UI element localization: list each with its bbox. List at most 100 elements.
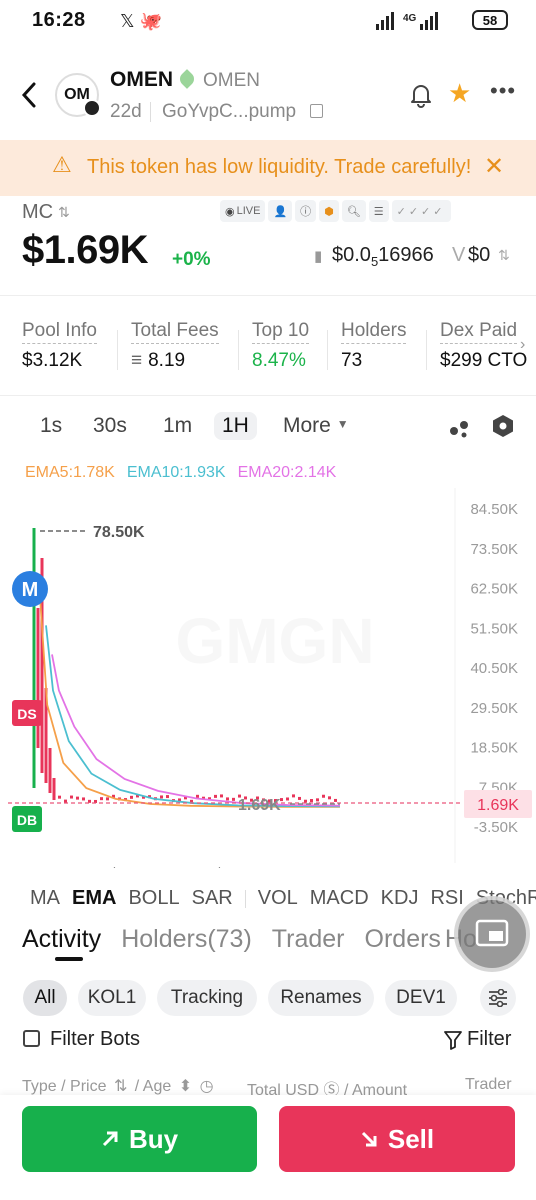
chip-renames[interactable]: Renames xyxy=(268,980,374,1016)
tab-indicator-macd[interactable]: MACD xyxy=(310,887,369,910)
current-price-marker-label: 1.69K xyxy=(238,797,281,814)
indicator-dots-icon[interactable] xyxy=(448,416,472,445)
y-tick-label: 84.50K xyxy=(470,501,518,518)
token-symbol: OMEN xyxy=(110,68,173,92)
divider xyxy=(426,330,427,370)
tab-indicator-sar[interactable]: SAR xyxy=(192,887,233,910)
chip-dev[interactable]: DEV1 xyxy=(385,980,457,1016)
candle xyxy=(322,795,325,798)
col-age[interactable]: / Age xyxy=(135,1078,171,1095)
y-tick-label: 73.50K xyxy=(470,541,518,558)
status-time: 16:28 xyxy=(32,9,86,32)
settings-hexagon-icon[interactable] xyxy=(492,414,514,443)
stat-total-fees-value: ≡ 8.19 xyxy=(131,350,185,372)
bell-icon[interactable] xyxy=(408,82,434,113)
candle xyxy=(316,798,319,801)
checks-icon[interactable]: ✓✓✓✓ xyxy=(392,200,451,222)
col-type-price[interactable]: Type / Price xyxy=(22,1078,106,1095)
back-arrow-icon[interactable] xyxy=(18,80,40,118)
x-tick-label: 03/14 23:00 xyxy=(94,865,173,868)
stat-pool-info-value: $3.12K xyxy=(22,350,82,372)
stat-pool-info-label[interactable]: Pool Info xyxy=(22,320,97,344)
table-header: Type / Price ⇅ / Age ⬍ ◷ Total USD Ⓢ / A… xyxy=(22,1076,522,1096)
chip-kol[interactable]: KOL1 xyxy=(78,980,146,1016)
candle xyxy=(130,796,133,799)
migration-marker-label: M xyxy=(22,579,39,601)
indicator-tabs: MA EMA BOLL SAR VOL MACD KDJ RSI StochRs xyxy=(30,887,536,910)
sort-icon[interactable]: ⇅ xyxy=(114,1078,127,1095)
tab-timeframe-1h[interactable]: 1H xyxy=(214,412,257,440)
filter-label[interactable]: Filter xyxy=(467,1028,511,1051)
tab-indicator-boll[interactable]: BOLL xyxy=(128,887,179,910)
chip-all[interactable]: All xyxy=(23,980,67,1016)
caret-down-icon: ▼ xyxy=(337,417,349,431)
col-trader[interactable]: Trader xyxy=(465,1076,512,1094)
sort-toggle-icon[interactable]: ⬍ xyxy=(179,1078,192,1095)
divider xyxy=(0,395,536,396)
divider xyxy=(117,330,118,370)
tab-holders[interactable]: Holders(73) xyxy=(121,925,252,954)
candle xyxy=(196,795,199,798)
sliders-icon[interactable] xyxy=(480,980,516,1016)
dev-icon[interactable]: 👤 xyxy=(268,200,292,222)
list-icon[interactable]: ☰ xyxy=(369,200,389,222)
star-icon[interactable]: ★ xyxy=(448,78,471,109)
tab-trader[interactable]: Trader xyxy=(272,925,345,954)
price-chart[interactable]: GMGN 84.50K 73.50K 62.50K 51.50K 40.50K 29.50… xyxy=(0,488,536,868)
bundle-icon[interactable]: ⬢ xyxy=(319,200,339,222)
tab-indicator-rsi[interactable]: RSI xyxy=(430,887,463,910)
token-address[interactable]: GoYvpC...pump xyxy=(162,101,296,123)
token-price: $0.0516966 xyxy=(332,244,434,269)
stat-dex-paid-label[interactable]: Dex Paid xyxy=(440,320,517,344)
stat-holders-label[interactable]: Holders xyxy=(341,320,406,344)
filter-bots-checkbox[interactable] xyxy=(23,1030,40,1047)
activity-tabs: Activity Holders(73) Trader Orders Ho xyxy=(22,925,477,954)
tab-timeframe-1m[interactable]: 1m xyxy=(163,414,192,438)
y-tick-label: 51.50K xyxy=(470,620,518,637)
stat-top10-label[interactable]: Top 10 xyxy=(252,320,309,344)
tab-indicator-kdj[interactable]: KDJ xyxy=(381,887,419,910)
sort-icon[interactable]: ⇅ xyxy=(498,247,510,264)
tab-timeframe-1s[interactable]: 1s xyxy=(40,414,62,438)
divider xyxy=(150,102,151,122)
more-icon[interactable]: ••• xyxy=(490,78,516,104)
close-icon[interactable]: ✕ xyxy=(484,152,504,181)
copy-icon[interactable] xyxy=(310,104,323,118)
y-tick-label: 29.50K xyxy=(470,700,518,717)
tab-indicator-ma[interactable]: MA xyxy=(30,887,60,910)
divider xyxy=(238,330,239,370)
chip-tracking[interactable]: Tracking xyxy=(157,980,257,1016)
buy-button[interactable]: Buy xyxy=(22,1106,257,1172)
chevron-right-icon[interactable]: › xyxy=(520,336,525,354)
tab-indicator-vol[interactable]: VOL xyxy=(258,887,298,910)
tab-timeframe-30s[interactable]: 30s xyxy=(93,414,127,438)
active-tab-indicator xyxy=(55,957,83,961)
candle xyxy=(286,797,289,800)
tab-timeframe-more[interactable]: More ▼ xyxy=(283,414,349,438)
candle xyxy=(88,800,91,803)
filter-bots-label[interactable]: Filter Bots xyxy=(50,1028,140,1051)
token-name: OMEN xyxy=(203,70,260,92)
badges-row: ◉ LIVE 👤 ⓘ ⬢ 🔍︎ ☰ ✓✓✓✓ xyxy=(220,200,454,222)
divider xyxy=(245,890,246,908)
live-badge[interactable]: ◉ LIVE xyxy=(220,200,265,222)
stat-holders-value: 73 xyxy=(341,350,362,372)
candle xyxy=(214,795,217,798)
token-avatar: OM xyxy=(55,73,99,117)
candle xyxy=(310,799,313,802)
tab-orders[interactable]: Orders xyxy=(365,925,441,954)
sort-icon[interactable]: ⇅ xyxy=(58,204,70,221)
sell-button[interactable]: Sell xyxy=(279,1106,515,1172)
clock-icon[interactable]: ◷ xyxy=(200,1078,214,1095)
current-price-tag-label: 1.69K xyxy=(477,797,519,814)
search-icon[interactable]: 🔍︎ xyxy=(342,200,366,222)
funnel-icon[interactable] xyxy=(444,1030,462,1055)
ema10-legend: EMA10:1.93K xyxy=(127,464,226,482)
info-icon[interactable]: ⓘ xyxy=(295,200,316,222)
stat-total-fees-label[interactable]: Total Fees xyxy=(131,320,219,344)
tab-activity[interactable]: Activity xyxy=(22,925,101,954)
arrow-down-right-icon xyxy=(360,1124,378,1155)
dev-buy-marker-label: DB xyxy=(17,812,37,828)
tab-indicator-ema[interactable]: EMA xyxy=(72,887,116,910)
floating-window-button[interactable] xyxy=(454,896,530,972)
